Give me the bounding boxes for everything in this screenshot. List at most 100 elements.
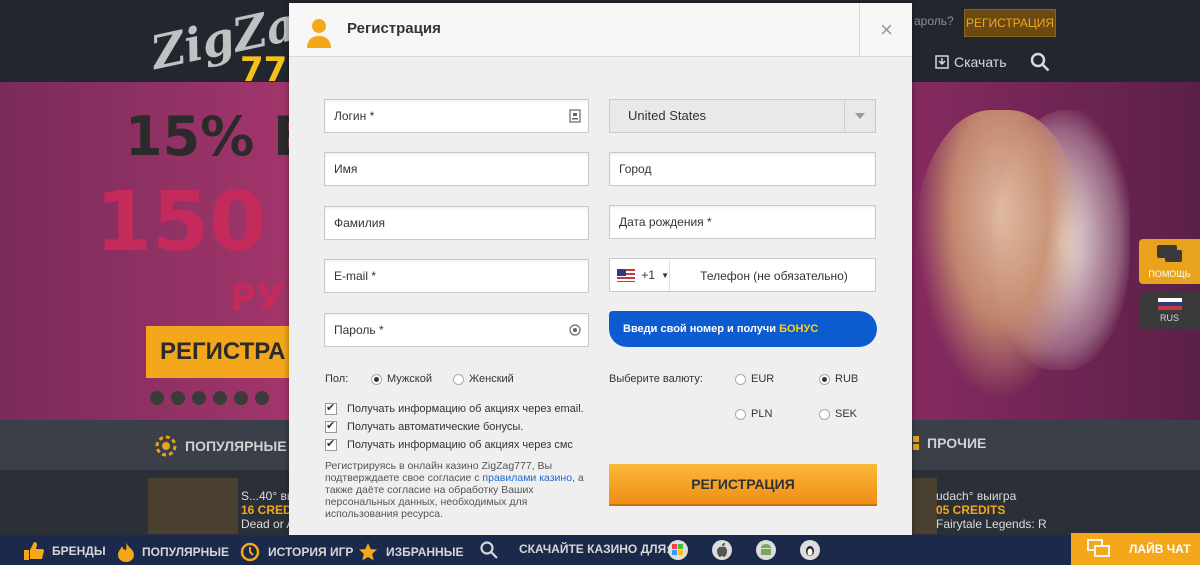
password-input[interactable] [325,314,588,346]
language-tab[interactable]: RUS [1139,292,1200,330]
game-info-right: udach° выигра 05 CREDITS Fairytale Legen… [936,489,1047,531]
currency-pln-radio[interactable]: PLN [735,408,772,420]
phone-country-code[interactable]: +1 ▼ [610,259,670,291]
pager-dot[interactable] [192,391,206,405]
birth-date-input[interactable] [610,206,875,238]
terms-link[interactable]: правилами казино [482,472,572,484]
chevron-down-icon[interactable] [844,100,875,132]
nav-brands[interactable]: БРЕНДЫ [24,542,106,560]
radio-icon[interactable] [735,373,746,385]
checkbox-label: Получать информацию об акциях через смс [347,439,573,451]
banner-register-button[interactable]: РЕГИСТРА [146,326,306,378]
download-casino-text: СКАЧАЙТЕ КАЗИНО ДЛЯ: [519,542,671,556]
checkbox-checked-icon[interactable] [325,437,337,451]
windows-icon[interactable] [668,540,688,560]
login-input[interactable] [325,100,588,132]
game-tile[interactable] [912,478,937,534]
currency-option-label: SEK [835,408,858,420]
search-icon[interactable] [480,541,498,559]
apple-icon[interactable] [712,540,732,560]
gender-male-radio[interactable]: Мужской [371,373,432,385]
password-field[interactable] [324,313,589,347]
close-button[interactable]: × [859,3,913,56]
currency-label: Выберите валюту: [609,373,703,385]
download-link[interactable]: Скачать [935,54,1007,70]
register-submit-button[interactable]: РЕГИСТРАЦИЯ [609,464,877,506]
radio-icon[interactable] [453,373,464,385]
nav-popular[interactable]: ПОПУЛЯРНЫЕ [118,542,229,562]
game-name: Fairytale Legends: R [936,517,1047,531]
phone-code: +1 [641,268,656,282]
bonus-tooltip: Введи свой номер и получи БОНУС [609,311,877,347]
currency-sek-radio[interactable]: SEK [819,408,857,420]
city-input[interactable] [610,153,875,185]
nav-label: ИСТОРИЯ ИГР [268,545,354,559]
banner-angel-art [915,110,1085,400]
email-field[interactable] [324,259,589,293]
auto-bonus-checkbox[interactable]: Получать автоматические бонусы. [325,419,524,433]
login-field[interactable] [324,99,589,133]
checkbox-label: Получать автоматические бонусы. [347,421,524,433]
caret-down-icon: ▼ [661,270,669,280]
currency-rub-radio[interactable]: RUB [819,373,858,385]
city-field[interactable] [609,152,876,186]
nav-history[interactable]: ИСТОРИЯ ИГР [240,542,353,562]
gender-female-radio[interactable]: Женский [453,373,514,385]
modal-header: Регистрация × [289,3,912,57]
android-icon[interactable] [756,540,776,560]
sms-promo-checkbox[interactable]: Получать информацию об акциях через смс [325,437,573,451]
currency-option-label: EUR [751,373,775,385]
pager-dot[interactable] [171,391,185,405]
radio-selected-icon[interactable] [371,373,382,385]
radio-icon[interactable] [735,408,746,420]
first-name-input[interactable] [325,153,588,185]
category-label: ПРОЧИЕ [927,435,987,451]
category-popular[interactable]: ПОПУЛЯРНЫЕ [155,435,287,457]
checkbox-checked-icon[interactable] [325,401,337,415]
phone-input[interactable] [672,259,876,293]
gender-label: Пол: [325,373,349,385]
game-win-text: udach° выигра [936,489,1017,503]
email-promo-checkbox[interactable]: Получать информацию об акциях через emai… [325,401,584,415]
thumbs-up-icon [24,542,44,560]
pager-dot[interactable] [150,391,164,405]
category-other[interactable]: ПРОЧИЕ [905,435,986,451]
nav-favorites[interactable]: ИЗБРАННЫЕ [358,542,463,562]
download-casino-label: СКАЧАЙТЕ КАЗИНО ДЛЯ: [519,542,670,556]
help-tab[interactable]: ПОМОЩЬ [1139,239,1200,284]
help-label: ПОМОЩЬ [1148,269,1191,279]
pager-dot[interactable] [234,391,248,405]
bonus-highlight: БОНУС [779,323,819,335]
first-name-field[interactable] [324,152,589,186]
gender-female-label: Женский [469,373,514,385]
banner-pagination[interactable] [150,391,269,405]
top-register-button[interactable]: РЕГИСТРАЦИЯ [964,9,1056,37]
promo-line-1: 15% В [125,105,315,168]
game-tile[interactable] [148,478,238,534]
pager-dot[interactable] [255,391,269,405]
birth-date-field[interactable] [609,205,876,239]
registration-modal: Регистрация × United States +1 ▼ Вве [289,3,912,535]
pager-dot[interactable] [213,391,227,405]
radio-icon[interactable] [819,408,830,420]
last-name-input[interactable] [325,207,588,239]
forgot-password-link[interactable]: ароль? [914,14,954,28]
radio-selected-icon[interactable] [819,373,830,385]
phone-field[interactable]: +1 ▼ [609,258,876,293]
terms-text: Регистрируясь в онлайн казино ZigZag777,… [325,460,595,520]
checkbox-checked-icon[interactable] [325,419,337,433]
nav-label: БРЕНДЫ [52,544,106,558]
star-icon [359,543,377,561]
live-chat-button[interactable]: ЛАЙВ ЧАТ [1071,533,1200,565]
modal-title: Регистрация [347,20,441,37]
bottom-nav-bar: БРЕНДЫ ПОПУЛЯРНЫЕ ИСТОРИЯ ИГР ИЗБРАННЫЕ … [0,535,1200,565]
country-value: United States [628,108,707,123]
last-name-field[interactable] [324,206,589,240]
linux-icon[interactable] [800,540,820,560]
currency-eur-radio[interactable]: EUR [735,373,774,385]
email-input[interactable] [325,260,588,292]
history-icon [240,542,260,562]
search-icon[interactable] [1030,52,1050,72]
country-select[interactable]: United States [609,99,876,133]
eye-icon[interactable] [569,323,581,337]
